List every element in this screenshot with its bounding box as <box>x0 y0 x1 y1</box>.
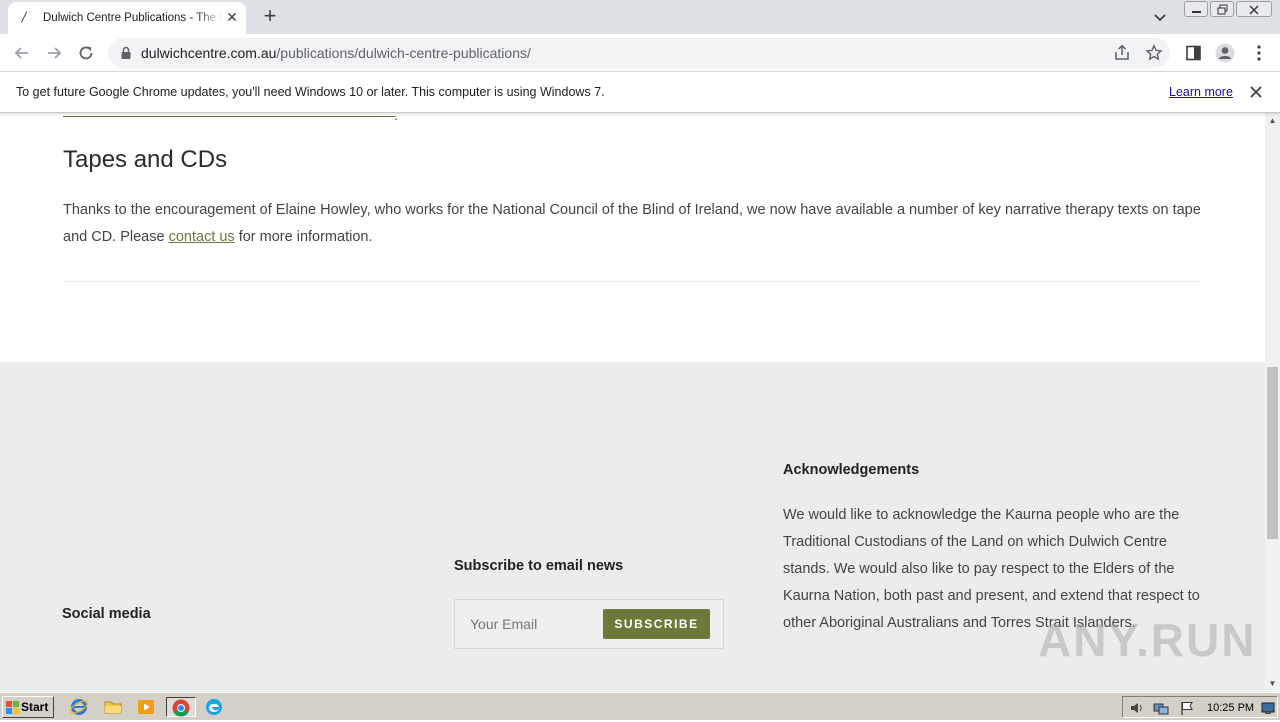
volume-icon[interactable] <box>1129 700 1145 716</box>
close-icon[interactable] <box>1247 83 1265 101</box>
partially-hidden-punctuation: . <box>394 113 398 123</box>
social-media-heading: Social media <box>62 606 151 622</box>
tab-title: Dulwich Centre Publications - The Dulwic… <box>43 12 223 24</box>
anyrun-watermark-logo: ANY.RUN <box>1038 614 1257 666</box>
side-panel-icon[interactable] <box>1184 43 1204 63</box>
contact-us-link[interactable]: contact us <box>169 229 235 245</box>
forward-arrow-icon[interactable] <box>43 42 65 64</box>
acknowledgements-heading: Acknowledgements <box>783 462 920 478</box>
start-label: Start <box>21 700 49 714</box>
lock-icon[interactable] <box>120 46 132 60</box>
show-desktop-icon[interactable] <box>1261 701 1275 715</box>
site-favicon-icon: / <box>22 10 27 25</box>
chrome-taskbar-icon[interactable] <box>166 697 196 717</box>
windows-logo-icon <box>6 701 19 714</box>
email-input[interactable] <box>456 601 596 647</box>
scrollbar-thumb[interactable] <box>1267 367 1278 539</box>
scroll-up-arrow-icon[interactable]: ▲ <box>1265 113 1280 128</box>
tab-search-chevron-down-icon[interactable] <box>1150 7 1170 27</box>
minimize-window-button[interactable] <box>1184 1 1208 17</box>
url-text[interactable]: dulwichcentre.com.au/publications/dulwic… <box>141 45 531 61</box>
section-divider <box>63 281 1200 282</box>
subscribe-form: SUBSCRIBE <box>454 599 724 649</box>
edge-browser-icon[interactable] <box>204 697 226 717</box>
scroll-down-arrow-icon[interactable]: ▼ <box>1265 676 1280 691</box>
share-icon[interactable] <box>1113 44 1131 62</box>
browser-toolbar: dulwichcentre.com.au/publications/dulwic… <box>0 34 1280 72</box>
active-tab[interactable]: / Dulwich Centre Publications - The Dulw… <box>8 2 246 34</box>
url-host: dulwichcentre.com.au <box>141 45 277 61</box>
section-body: Thanks to the encouragement of Elaine Ho… <box>63 197 1203 251</box>
tab-strip: / Dulwich Centre Publications - The Dulw… <box>0 0 1280 34</box>
media-player-icon[interactable] <box>136 697 158 717</box>
close-tab-icon[interactable]: ✕ <box>224 9 240 25</box>
page-viewport: . Tapes and CDs Thanks to the encouragem… <box>0 113 1265 692</box>
windows-taskbar: Start 10:25 PM <box>0 692 1280 720</box>
section-title: Tapes and CDs <box>63 146 228 173</box>
taskbar-clock[interactable]: 10:25 PM <box>1207 701 1254 715</box>
infobar-message: To get future Google Chrome updates, you… <box>16 85 605 99</box>
reload-icon[interactable] <box>75 42 97 64</box>
partially-hidden-link[interactable] <box>63 113 396 117</box>
more-menu-icon[interactable] <box>1249 43 1269 63</box>
update-infobar: To get future Google Chrome updates, you… <box>0 72 1280 113</box>
new-tab-button[interactable]: + <box>258 5 282 29</box>
system-tray: 10:25 PM <box>1122 696 1278 718</box>
restore-window-button[interactable] <box>1210 1 1234 17</box>
subscribe-heading: Subscribe to email news <box>454 558 624 574</box>
subscribe-button[interactable]: SUBSCRIBE <box>603 609 710 639</box>
action-center-flag-icon[interactable] <box>1179 700 1195 716</box>
profile-avatar-icon[interactable] <box>1215 43 1235 63</box>
file-explorer-icon[interactable] <box>103 697 125 717</box>
close-window-button[interactable] <box>1236 1 1272 17</box>
body-text-end: for more information. <box>234 229 373 245</box>
address-bar[interactable]: dulwichcentre.com.au/publications/dulwic… <box>108 38 1170 68</box>
network-icon[interactable] <box>1153 700 1169 716</box>
internet-explorer-icon[interactable] <box>69 697 91 717</box>
start-button[interactable]: Start <box>2 696 54 718</box>
back-arrow-icon[interactable] <box>11 42 33 64</box>
url-path: /publications/dulwich-centre-publication… <box>276 45 531 61</box>
bookmark-star-icon[interactable] <box>1145 44 1163 62</box>
learn-more-link[interactable]: Learn more <box>1169 84 1233 100</box>
vertical-scrollbar[interactable]: ▲ ▼ <box>1265 113 1280 692</box>
